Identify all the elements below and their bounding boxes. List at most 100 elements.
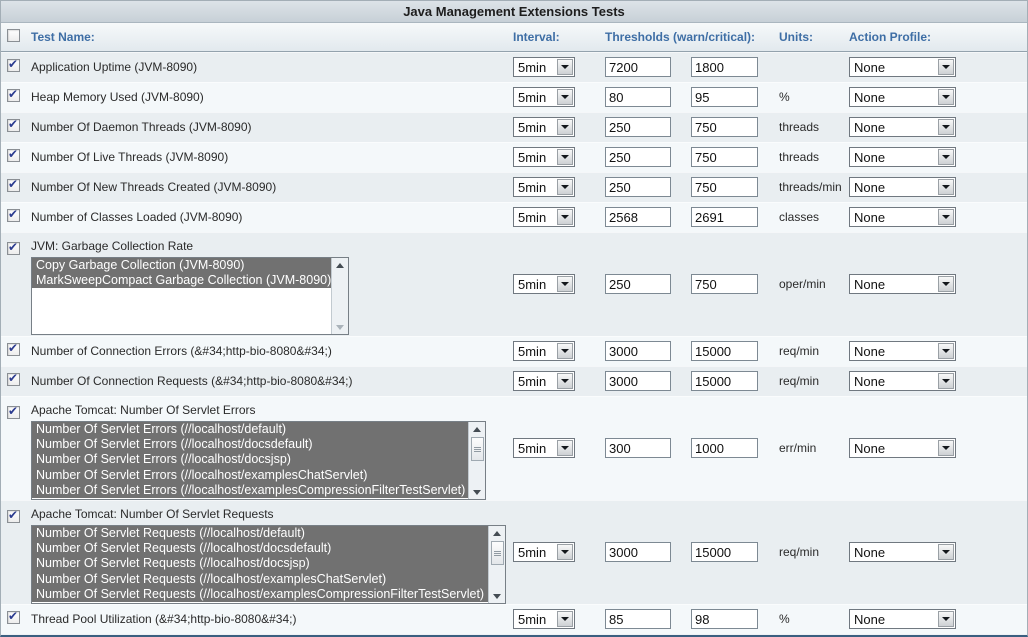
row-checkbox[interactable] xyxy=(7,119,20,132)
action-profile-value: None xyxy=(850,178,937,196)
action-profile-select[interactable]: None xyxy=(849,609,956,629)
row-checkbox[interactable] xyxy=(7,149,20,162)
interval-select[interactable]: 5min xyxy=(513,274,575,294)
units-label: threads/min xyxy=(779,180,842,194)
listbox-option[interactable]: Number Of Servlet Errors (//localhost/de… xyxy=(32,422,468,437)
scroll-down-icon[interactable] xyxy=(469,485,485,499)
scroll-up-icon[interactable] xyxy=(489,526,505,540)
critical-threshold-input[interactable] xyxy=(691,438,758,458)
row-checkbox[interactable] xyxy=(7,179,20,192)
listbox-option[interactable]: Number Of Servlet Requests (//localhost/… xyxy=(32,587,488,602)
listbox-option[interactable]: Number Of Servlet Requests (//localhost/… xyxy=(32,541,488,556)
action-profile-value: None xyxy=(850,208,937,226)
column-header-interval: Interval: xyxy=(513,30,605,44)
interval-select[interactable]: 5min xyxy=(513,609,575,629)
listbox-option[interactable]: MarkSweepCompact Garbage Collection (JVM… xyxy=(32,273,331,288)
interval-value: 5min xyxy=(514,342,556,360)
action-profile-select[interactable]: None xyxy=(849,341,956,361)
warn-threshold-input[interactable] xyxy=(605,207,671,227)
critical-threshold-input[interactable] xyxy=(691,87,758,107)
action-profile-select[interactable]: None xyxy=(849,438,956,458)
select-all-checkbox[interactable] xyxy=(7,29,20,42)
listbox-scrollbar[interactable] xyxy=(488,526,505,603)
warn-threshold-input[interactable] xyxy=(605,542,671,562)
metric-listbox[interactable]: Number Of Servlet Errors (//localhost/de… xyxy=(31,421,486,500)
listbox-scrollbar[interactable] xyxy=(468,422,485,499)
warn-threshold-input[interactable] xyxy=(605,371,671,391)
interval-select[interactable]: 5min xyxy=(513,117,575,137)
interval-select[interactable]: 5min xyxy=(513,542,575,562)
row-checkbox[interactable] xyxy=(7,59,20,72)
interval-select[interactable]: 5min xyxy=(513,87,575,107)
row-checkbox[interactable] xyxy=(7,510,20,523)
metric-listbox[interactable]: Copy Garbage Collection (JVM-8090)MarkSw… xyxy=(31,257,349,335)
listbox-option[interactable]: Number Of Servlet Errors (//localhost/ex… xyxy=(32,468,468,483)
critical-threshold-input[interactable] xyxy=(691,542,758,562)
action-profile-select[interactable]: None xyxy=(849,274,956,294)
row-checkbox[interactable] xyxy=(7,343,20,356)
critical-threshold-input[interactable] xyxy=(691,341,758,361)
critical-threshold-input[interactable] xyxy=(691,177,758,197)
row-checkbox[interactable] xyxy=(7,89,20,102)
warn-threshold-input[interactable] xyxy=(605,147,671,167)
warn-threshold-input[interactable] xyxy=(605,117,671,137)
listbox-option[interactable]: Number Of Servlet Requests (//localhost/… xyxy=(32,526,488,541)
listbox-option[interactable]: Number Of Servlet Errors (//localhost/ex… xyxy=(32,483,468,498)
warn-threshold-input[interactable] xyxy=(605,438,671,458)
critical-threshold-input[interactable] xyxy=(691,609,758,629)
interval-select[interactable]: 5min xyxy=(513,57,575,77)
dropdown-arrow-icon xyxy=(557,149,573,165)
test-name: Number of Connection Errors (&#34;http-b… xyxy=(31,344,332,358)
action-profile-select[interactable]: None xyxy=(849,87,956,107)
row-checkbox[interactable] xyxy=(7,209,20,222)
listbox-option[interactable]: Number Of Servlet Requests (//localhost/… xyxy=(32,572,488,587)
interval-select[interactable]: 5min xyxy=(513,207,575,227)
units-label: % xyxy=(779,612,790,626)
action-profile-select[interactable]: None xyxy=(849,371,956,391)
warn-threshold-input[interactable] xyxy=(605,57,671,77)
action-profile-select[interactable]: None xyxy=(849,207,956,227)
listbox-option[interactable]: Number Of Servlet Errors (//localhost/do… xyxy=(32,437,468,452)
listbox-scrollbar[interactable] xyxy=(331,258,348,334)
scroll-thumb[interactable] xyxy=(491,541,504,565)
warn-threshold-input[interactable] xyxy=(605,274,671,294)
interval-value: 5min xyxy=(514,118,556,136)
critical-threshold-input[interactable] xyxy=(691,147,758,167)
critical-threshold-input[interactable] xyxy=(691,371,758,391)
scroll-down-icon[interactable] xyxy=(332,320,348,334)
critical-threshold-input[interactable] xyxy=(691,57,758,77)
critical-threshold-input[interactable] xyxy=(691,274,758,294)
scroll-up-icon[interactable] xyxy=(469,422,485,436)
interval-select[interactable]: 5min xyxy=(513,341,575,361)
row-checkbox[interactable] xyxy=(7,373,20,386)
interval-select[interactable]: 5min xyxy=(513,177,575,197)
action-profile-select[interactable]: None xyxy=(849,57,956,77)
action-profile-select[interactable]: None xyxy=(849,177,956,197)
interval-value: 5min xyxy=(514,543,556,561)
interval-select[interactable]: 5min xyxy=(513,438,575,458)
row-checkbox[interactable] xyxy=(7,406,20,419)
interval-select[interactable]: 5min xyxy=(513,371,575,391)
critical-threshold-input[interactable] xyxy=(691,117,758,137)
metric-listbox[interactable]: Number Of Servlet Requests (//localhost/… xyxy=(31,525,506,604)
listbox-option[interactable]: Copy Garbage Collection (JVM-8090) xyxy=(32,258,331,273)
scroll-down-icon[interactable] xyxy=(489,589,505,603)
warn-threshold-input[interactable] xyxy=(605,177,671,197)
row-checkbox[interactable] xyxy=(7,242,20,255)
row-checkbox[interactable] xyxy=(7,611,20,624)
test-name: Application Uptime (JVM-8090) xyxy=(31,60,197,74)
action-profile-value: None xyxy=(850,610,937,628)
warn-threshold-input[interactable] xyxy=(605,87,671,107)
listbox-option[interactable]: Number Of Servlet Errors (//localhost/do… xyxy=(32,452,468,467)
interval-select[interactable]: 5min xyxy=(513,147,575,167)
warn-threshold-input[interactable] xyxy=(605,341,671,361)
action-profile-select[interactable]: None xyxy=(849,117,956,137)
scroll-up-icon[interactable] xyxy=(332,258,348,272)
action-profile-value: None xyxy=(850,275,937,293)
critical-threshold-input[interactable] xyxy=(691,207,758,227)
action-profile-select[interactable]: None xyxy=(849,147,956,167)
action-profile-select[interactable]: None xyxy=(849,542,956,562)
scroll-thumb[interactable] xyxy=(471,437,484,461)
listbox-option[interactable]: Number Of Servlet Requests (//localhost/… xyxy=(32,556,488,571)
warn-threshold-input[interactable] xyxy=(605,609,671,629)
